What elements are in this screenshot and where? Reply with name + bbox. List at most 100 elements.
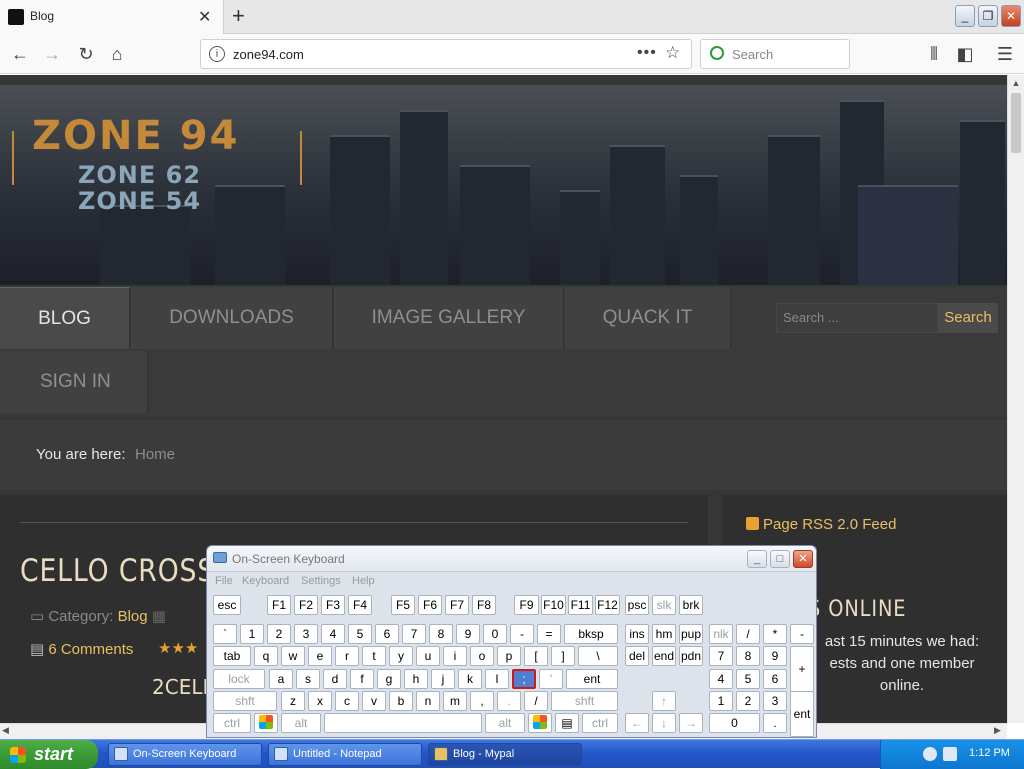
key-y[interactable]: y xyxy=(389,646,413,666)
post-rating-stars[interactable]: ★★★ xyxy=(158,639,198,657)
key-n[interactable]: n xyxy=(416,691,440,711)
key-f1[interactable]: F1 xyxy=(267,595,291,615)
key-tab[interactable]: tab xyxy=(213,646,251,666)
site-logo[interactable]: ZONE 94 ZONE 62 ZONE 54 xyxy=(12,113,302,233)
key-f7[interactable]: F7 xyxy=(445,595,469,615)
key-r[interactable]: r xyxy=(335,646,359,666)
comments-link[interactable]: 6 Comments xyxy=(48,641,133,658)
menu-item-quack-it[interactable]: QUACK IT xyxy=(565,287,731,349)
key-slash[interactable]: / xyxy=(524,691,548,711)
key-f[interactable]: f xyxy=(350,669,374,689)
key-equals[interactable]: = xyxy=(537,624,561,644)
library-icon[interactable]: ⫴ xyxy=(923,43,945,65)
key-pup[interactable]: pup xyxy=(679,624,703,644)
key-2[interactable]: 2 xyxy=(736,691,760,711)
key-right[interactable]: → xyxy=(679,713,703,733)
network-icon[interactable] xyxy=(923,747,937,761)
browser-tab[interactable]: Blog ✕ xyxy=(0,0,224,34)
restore-window-button[interactable]: ❐ xyxy=(978,5,998,27)
key-m[interactable]: m xyxy=(443,691,467,711)
key-esc[interactable]: esc xyxy=(213,595,241,615)
page-actions-icon[interactable]: ••• xyxy=(637,44,657,62)
key-1[interactable]: 1 xyxy=(709,691,733,711)
new-tab-icon[interactable]: + xyxy=(232,3,245,29)
key-k[interactable]: k xyxy=(458,669,482,689)
category-link[interactable]: Blog xyxy=(118,608,148,625)
osk-maximize-button[interactable]: □ xyxy=(770,550,790,568)
key-ent[interactable]: ent xyxy=(566,669,618,689)
rss-feed-link[interactable]: Page RSS 2.0 Feed xyxy=(746,516,896,533)
key-g[interactable]: g xyxy=(377,669,401,689)
bookmark-star-icon[interactable]: ☆ xyxy=(665,43,680,63)
key-bksp[interactable]: bksp xyxy=(564,624,618,644)
key-9[interactable]: 9 xyxy=(763,646,787,666)
key-7[interactable]: 7 xyxy=(402,624,426,644)
key-ctrl[interactable]: ctrl xyxy=(582,713,618,733)
key-d[interactable]: d xyxy=(323,669,347,689)
key-del[interactable]: del xyxy=(625,646,649,666)
key-slash[interactable]: / xyxy=(736,624,760,644)
osk-close-button[interactable]: ✕ xyxy=(793,550,813,568)
key-f3[interactable]: F3 xyxy=(321,595,345,615)
minimize-window-button[interactable]: _ xyxy=(955,5,975,27)
key-f9[interactable]: F9 xyxy=(514,595,539,615)
scroll-right-arrow-icon[interactable]: ▶ xyxy=(994,725,1001,736)
key-ins[interactable]: ins xyxy=(625,624,649,644)
close-window-button[interactable]: ✕ xyxy=(1001,5,1021,27)
key-windows[interactable] xyxy=(528,713,552,733)
key-p[interactable]: p xyxy=(497,646,521,666)
key-4[interactable]: 4 xyxy=(321,624,345,644)
sidebar-toggle-icon[interactable]: ◧ xyxy=(954,43,976,65)
key-end[interactable]: end xyxy=(652,646,676,666)
taskbar-item-browser[interactable]: Blog - Mypal xyxy=(428,743,582,766)
key-i[interactable]: i xyxy=(443,646,467,666)
key-j[interactable]: j xyxy=(431,669,455,689)
key-f10[interactable]: F10 xyxy=(541,595,566,615)
taskbar-item-notepad[interactable]: Untitled - Notepad xyxy=(268,743,422,766)
key-pdn[interactable]: pdn xyxy=(679,646,703,666)
key-o[interactable]: o xyxy=(470,646,494,666)
key-f6[interactable]: F6 xyxy=(418,595,442,615)
hamburger-menu-icon[interactable]: ☰ xyxy=(994,43,1016,65)
key-0[interactable]: 0 xyxy=(483,624,507,644)
site-search-button[interactable]: Search xyxy=(938,303,998,333)
key-shft[interactable]: shft xyxy=(213,691,277,711)
scroll-up-arrow-icon[interactable]: ▲ xyxy=(1008,75,1024,91)
key-h[interactable]: h xyxy=(404,669,428,689)
key-3[interactable]: 3 xyxy=(763,691,787,711)
key-rbracket[interactable]: ] xyxy=(551,646,575,666)
osk-menu-keyboard[interactable]: Keyboard xyxy=(242,575,289,587)
osk-title-bar[interactable]: On-Screen Keyboard _ □ ✕ xyxy=(207,546,816,572)
key-q[interactable]: q xyxy=(254,646,278,666)
osk-menu-file[interactable]: File xyxy=(215,575,233,587)
key-menu-icon[interactable]: ▤ xyxy=(555,713,579,733)
key-5[interactable]: 5 xyxy=(736,669,760,689)
scroll-thumb[interactable] xyxy=(1011,93,1021,153)
menu-item-image-gallery[interactable]: IMAGE GALLERY xyxy=(334,287,564,349)
key-space[interactable] xyxy=(324,713,482,733)
key-comma[interactable]: , xyxy=(470,691,494,711)
key-down[interactable]: ↓ xyxy=(652,713,676,733)
key-psc[interactable]: psc xyxy=(625,595,649,615)
site-search-input[interactable]: Search ... xyxy=(776,303,938,333)
key-9[interactable]: 9 xyxy=(456,624,480,644)
key-0[interactable]: 0 xyxy=(709,713,760,733)
breadcrumb-home-link[interactable]: Home xyxy=(135,446,175,463)
key-up[interactable]: ↑ xyxy=(652,691,676,711)
key-6[interactable]: 6 xyxy=(763,669,787,689)
key-alt[interactable]: alt xyxy=(485,713,525,733)
key-nlk[interactable]: nlk xyxy=(709,624,733,644)
key-period[interactable]: . xyxy=(763,713,787,733)
site-info-icon[interactable]: i xyxy=(209,46,225,62)
key-brk[interactable]: brk xyxy=(679,595,703,615)
key-2[interactable]: 2 xyxy=(267,624,291,644)
key-f2[interactable]: F2 xyxy=(294,595,318,615)
key-l[interactable]: l xyxy=(485,669,509,689)
osk-menu-help[interactable]: Help xyxy=(352,575,375,587)
key-7[interactable]: 7 xyxy=(709,646,733,666)
menu-item-downloads[interactable]: DOWNLOADS xyxy=(131,287,333,349)
forward-arrow-icon[interactable]: → xyxy=(41,43,63,65)
key-b[interactable]: b xyxy=(389,691,413,711)
key-f4[interactable]: F4 xyxy=(348,595,372,615)
key-e[interactable]: e xyxy=(308,646,332,666)
